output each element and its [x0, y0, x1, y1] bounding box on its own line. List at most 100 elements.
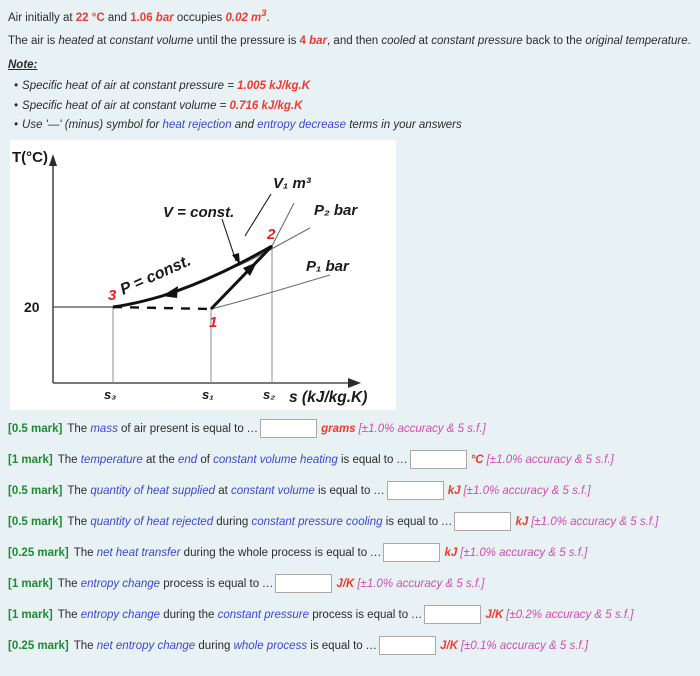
final-pressure-value: 4	[299, 35, 310, 48]
statement-text: until the pressure is	[193, 35, 300, 48]
question-keyword: quantity of heat supplied	[90, 485, 216, 497]
tolerance-note: [±1.0% accuracy & 5 s.f.]	[463, 485, 591, 497]
answer-input-entropy-change[interactable]	[275, 574, 333, 594]
initial-pressure-unit: bar	[155, 11, 174, 24]
question-text: The	[70, 547, 97, 559]
ts-diagram-svg: T(°C) s (kJ/kg.K) 20 s₃ s₁ s₂ 1 2 3 P = …	[12, 149, 367, 406]
note-text: constant pressure	[132, 80, 225, 93]
question-keyword: mass	[90, 423, 118, 435]
y-axis-arrow-icon	[49, 154, 57, 166]
note-item-sign-convention: • Use '—' (minus) symbol for heat rejecti…	[8, 118, 692, 134]
question-keyword: end	[177, 454, 198, 466]
statement-text: at	[415, 35, 432, 48]
answer-input-mass[interactable]	[260, 419, 318, 439]
label-p2: P₂ bar	[314, 202, 358, 219]
dashed-isotherm-3-1	[112, 305, 212, 311]
answer-unit: J/K	[485, 609, 504, 621]
note-text: =	[224, 80, 238, 93]
note-entropy-decrease: entropy decrease	[257, 119, 347, 132]
tolerance-note: [±0.2% accuracy & 5 s.f.]	[506, 609, 634, 621]
answer-input-heat-supplied[interactable]	[386, 481, 444, 501]
question-text: at the	[142, 454, 178, 466]
mark-label: [1 mark]	[8, 578, 53, 590]
question-keyword: constant pressure	[217, 609, 310, 621]
ellipsis: ...	[411, 609, 423, 621]
answer-input-temperature[interactable]	[409, 450, 467, 470]
note-text: =	[216, 99, 230, 112]
question-text: is equal to	[382, 516, 442, 528]
y-tick-label-20: 20	[24, 299, 40, 315]
statement-text: back to the	[522, 35, 586, 48]
note-item-cp: • Specific heat of air at constant pressu…	[8, 79, 692, 95]
question-row-net-entropy-change: [0.25 mark] The net entropy change durin…	[0, 631, 700, 662]
bullet-icon: •	[14, 99, 19, 112]
mark-label: [1 mark]	[8, 454, 53, 466]
v-const-process-line	[209, 244, 274, 311]
cp-value: 1.005 kJ/kg.K	[237, 80, 311, 93]
ellipsis: ...	[373, 485, 385, 497]
answer-input-entropy-change-constant-pressure[interactable]	[424, 605, 482, 625]
statement-line-process: The air is heated at constant volume unt…	[8, 34, 692, 50]
question-keyword: constant volume heating	[213, 454, 338, 466]
mark-label: [1 mark]	[8, 609, 53, 621]
tolerance-note: [±1.0% accuracy & 5 s.f.]	[358, 423, 486, 435]
ellipsis: ...	[370, 547, 382, 559]
answer-input-heat-rejected[interactable]	[454, 512, 512, 532]
question-text: The	[54, 578, 81, 590]
question-text: process is equal to	[160, 578, 263, 590]
note-text: of air at	[87, 80, 133, 93]
x-tick-label-s1: s₁	[202, 387, 214, 402]
process-constant-volume: constant volume	[109, 35, 194, 48]
answer-input-net-entropy-change[interactable]	[379, 636, 436, 656]
answer-unit: kJ	[444, 547, 458, 559]
cv-value: 0.716 kJ/kg.K	[229, 99, 303, 112]
ellipsis: ...	[262, 578, 274, 590]
question-keyword: net heat transfer	[96, 547, 181, 559]
answer-input-net-heat-transfer[interactable]	[383, 543, 441, 563]
statement-text: Air initially at	[8, 11, 76, 24]
question-text: during the whole process is equal to	[180, 547, 371, 559]
question-text: is equal to	[314, 485, 374, 497]
statement-text: , and then	[327, 35, 382, 48]
question-text: The	[64, 516, 91, 528]
question-keyword: net entropy change	[96, 640, 196, 652]
question-text: is equal to	[337, 454, 397, 466]
statement-text: .	[266, 11, 270, 24]
note-heat-rejection: heat rejection	[162, 119, 232, 132]
bullet-icon: •	[14, 80, 19, 93]
question-row-mass: [0.5 mark] The mass of air present is eq…	[0, 414, 700, 445]
initial-temperature-value: 22 °C	[75, 11, 105, 24]
process-original-temperature: original temperature	[585, 35, 688, 48]
x-tick-label-s2: s₂	[263, 387, 275, 402]
ellipsis: ...	[441, 516, 453, 528]
final-pressure-unit: bar	[309, 35, 328, 48]
question-text: during the	[160, 609, 218, 621]
answer-unit: J/K	[440, 640, 458, 652]
question-text: The	[54, 609, 81, 621]
question-row-net-heat-transfer: [0.25 mark] The net heat transfer during…	[0, 538, 700, 569]
x-axis-arrow-icon	[348, 378, 361, 388]
statement-text: and	[104, 11, 131, 24]
note-heading: Note:	[8, 58, 38, 71]
x-axis-label: s (kJ/kg.K)	[289, 389, 367, 406]
state-point-label-2: 2	[266, 226, 276, 243]
p-const-direction-arrow-icon	[162, 286, 178, 298]
answer-unit: kJ	[515, 516, 529, 528]
questions-list: [0.5 mark] The mass of air present is eq…	[0, 414, 700, 662]
note-text: Specific heat	[22, 80, 88, 93]
question-keyword: entropy change	[80, 609, 161, 621]
answer-unit: J/K	[336, 578, 355, 590]
label-v-const: V = const.	[163, 204, 234, 221]
process-cooled: cooled	[381, 35, 416, 48]
answer-unit: °C	[470, 454, 484, 466]
tolerance-note: [±1.0% accuracy & 5 s.f.]	[460, 547, 588, 559]
note-text: Specific heat	[22, 99, 88, 112]
note-text: '—' (minus) symbol for	[42, 119, 163, 132]
note-item-cv: • Specific heat of air at constant volume…	[8, 99, 692, 115]
ts-diagram-panel: T(°C) s (kJ/kg.K) 20 s₃ s₁ s₂ 1 2 3 P = …	[10, 140, 396, 410]
mark-label: [0.5 mark]	[8, 516, 63, 528]
question-text: at	[215, 485, 232, 497]
question-text: of air present is equal to	[117, 423, 247, 435]
question-text: The	[70, 640, 97, 652]
statement-text: The air is	[8, 35, 59, 48]
